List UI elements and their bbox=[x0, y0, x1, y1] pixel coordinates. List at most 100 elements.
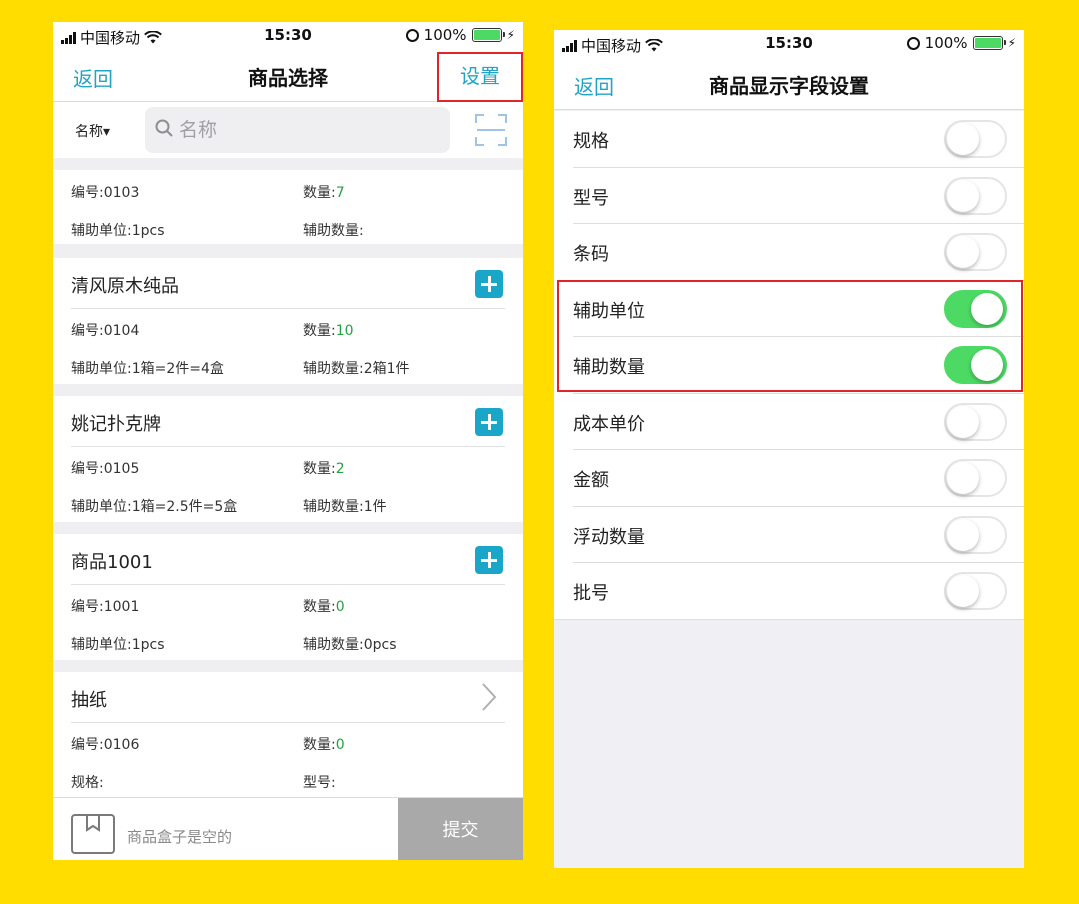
battery-icon bbox=[972, 36, 1006, 50]
toggle-switch[interactable] bbox=[944, 120, 1007, 158]
setting-row-spec[interactable]: 规格 bbox=[554, 111, 1024, 168]
aux-unit-label: 辅助单位: bbox=[71, 361, 132, 377]
qty-value: 2 bbox=[335, 461, 345, 477]
product-name: 商品1001 bbox=[71, 552, 153, 573]
aux-qty-label: 辅助数量: bbox=[303, 223, 364, 239]
setting-row-float-qty[interactable]: 浮动数量 bbox=[554, 507, 1024, 563]
setting-label: 金额 bbox=[573, 470, 609, 491]
toggle-switch[interactable] bbox=[944, 346, 1007, 384]
qty-value: 0 bbox=[335, 599, 345, 615]
status-bar: 中国移动 15:30 100% ⚡ bbox=[554, 30, 1024, 58]
rotation-lock-icon bbox=[906, 36, 920, 50]
product-name: 姚记扑克牌 bbox=[71, 414, 161, 435]
toggle-switch[interactable] bbox=[944, 233, 1007, 271]
back-button[interactable]: 返回 bbox=[73, 63, 113, 92]
qty-value: 7 bbox=[335, 185, 345, 201]
qty-label: 数量: bbox=[303, 323, 336, 339]
toggle-switch[interactable] bbox=[944, 176, 1007, 215]
setting-row-aux-unit[interactable]: 辅助单位 bbox=[554, 281, 1024, 337]
code-label: 编号: bbox=[71, 323, 104, 339]
setting-label: 批号 bbox=[573, 583, 609, 604]
product-name: 清风原木纯品 bbox=[71, 276, 179, 297]
setting-row-batch[interactable]: 批号 bbox=[554, 563, 1024, 620]
model-label: 型号: bbox=[303, 775, 336, 791]
product-card[interactable]: 编号:0103 数量:7 辅助单位:1pcs 辅助数量: bbox=[53, 170, 523, 244]
qty-label: 数量: bbox=[303, 737, 336, 753]
qty-label: 数量: bbox=[303, 461, 336, 477]
status-bar: 中国移动 15:30 100% ⚡ bbox=[53, 22, 523, 50]
nav-bar: 返回 商品选择 设置 bbox=[53, 50, 523, 102]
qty-label: 数量: bbox=[303, 599, 336, 615]
qty-value: 0 bbox=[335, 737, 345, 753]
aux-unit-label: 辅助单位: bbox=[71, 637, 132, 653]
aux-qty-value: 1件 bbox=[363, 499, 387, 515]
rotation-lock-icon bbox=[405, 28, 419, 42]
product-card[interactable]: 商品1001 编号:1001 数量:0 辅助单位:1pcs 辅助数量:0pcs bbox=[53, 534, 523, 660]
aux-qty-label: 辅助数量: bbox=[303, 637, 364, 653]
setting-label: 规格 bbox=[573, 131, 609, 152]
spec-label: 规格: bbox=[71, 775, 104, 791]
cart-empty-text: 商品盒子是空的 bbox=[127, 828, 233, 846]
search-input[interactable] bbox=[179, 115, 439, 145]
battery-icon bbox=[471, 28, 505, 42]
submit-button[interactable]: 提交 bbox=[398, 798, 523, 860]
nav-bar: 返回 商品显示字段设置 bbox=[554, 58, 1024, 110]
setting-row-aux-qty[interactable]: 辅助数量 bbox=[554, 337, 1024, 394]
aux-qty-value: 0pcs bbox=[363, 637, 397, 653]
setting-label: 条码 bbox=[573, 244, 609, 265]
search-filter-dropdown[interactable]: 名称▾ bbox=[75, 121, 110, 141]
toggle-switch[interactable] bbox=[944, 459, 1007, 497]
search-box bbox=[145, 107, 450, 153]
code-label: 编号: bbox=[71, 599, 104, 615]
add-icon[interactable] bbox=[475, 408, 503, 436]
toggle-switch[interactable] bbox=[944, 402, 1007, 441]
charging-icon: ⚡ bbox=[1007, 36, 1016, 50]
aux-qty-label: 辅助数量: bbox=[303, 361, 364, 377]
setting-label: 成本单价 bbox=[573, 413, 645, 435]
toggle-switch[interactable] bbox=[944, 515, 1007, 554]
code-value: 1001 bbox=[103, 599, 140, 615]
field-settings-list: 规格 型号 条码 辅助单位 辅助数量 成本单价 金额 浮动数量 批号 bbox=[554, 111, 1024, 620]
setting-label: 辅助单位 bbox=[573, 300, 645, 322]
scan-icon[interactable] bbox=[475, 114, 507, 146]
qty-value: 10 bbox=[335, 323, 354, 339]
settings-button[interactable]: 设置 bbox=[437, 52, 523, 102]
add-icon[interactable] bbox=[475, 546, 503, 574]
setting-label: 型号 bbox=[573, 187, 609, 209]
qty-label: 数量: bbox=[303, 185, 336, 201]
code-value: 0104 bbox=[103, 323, 140, 339]
code-label: 编号: bbox=[71, 185, 104, 201]
setting-row-amount[interactable]: 金额 bbox=[554, 450, 1024, 507]
aux-unit-value: 1箱=2件=4盒 bbox=[131, 361, 224, 377]
code-label: 编号: bbox=[71, 461, 104, 477]
page-title: 商品显示字段设置 bbox=[709, 74, 869, 98]
add-icon[interactable] bbox=[475, 270, 503, 298]
toggle-switch[interactable] bbox=[944, 572, 1007, 610]
setting-row-cost-price[interactable]: 成本单价 bbox=[554, 394, 1024, 450]
aux-unit-value: 1箱=2.5件=5盒 bbox=[131, 499, 238, 515]
search-icon bbox=[155, 119, 173, 137]
back-button[interactable]: 返回 bbox=[574, 71, 614, 100]
setting-row-model[interactable]: 型号 bbox=[554, 168, 1024, 224]
product-card[interactable]: 抽纸 编号:0106 数量:0 规格: 型号: bbox=[53, 672, 523, 796]
setting-row-barcode[interactable]: 条码 bbox=[554, 224, 1024, 281]
chevron-right-icon[interactable] bbox=[481, 682, 497, 712]
aux-unit-label: 辅助单位: bbox=[71, 223, 132, 239]
bottom-bar: 商品盒子是空的 提交 bbox=[53, 797, 523, 860]
product-card[interactable]: 清风原木纯品 编号:0104 数量:10 辅助单位:1箱=2件=4盒 辅助数量:… bbox=[53, 258, 523, 384]
search-row: 名称▾ bbox=[53, 102, 523, 158]
setting-label: 浮动数量 bbox=[573, 526, 645, 548]
product-box-icon[interactable] bbox=[71, 814, 115, 854]
battery-percent: 100% bbox=[423, 26, 467, 44]
product-list[interactable]: 编号:0103 数量:7 辅助单位:1pcs 辅助数量: 清风原木纯品 编号:0… bbox=[53, 158, 523, 796]
code-label: 编号: bbox=[71, 737, 104, 753]
code-value: 0103 bbox=[103, 185, 140, 201]
aux-unit-label: 辅助单位: bbox=[71, 499, 132, 515]
product-card[interactable]: 姚记扑克牌 编号:0105 数量:2 辅助单位:1箱=2.5件=5盒 辅助数量:… bbox=[53, 396, 523, 522]
aux-qty-label: 辅助数量: bbox=[303, 499, 364, 515]
charging-icon: ⚡ bbox=[506, 28, 515, 42]
code-value: 0105 bbox=[103, 461, 140, 477]
setting-label: 辅助数量 bbox=[573, 357, 645, 378]
toggle-switch[interactable] bbox=[944, 289, 1007, 328]
code-value: 0106 bbox=[103, 737, 140, 753]
